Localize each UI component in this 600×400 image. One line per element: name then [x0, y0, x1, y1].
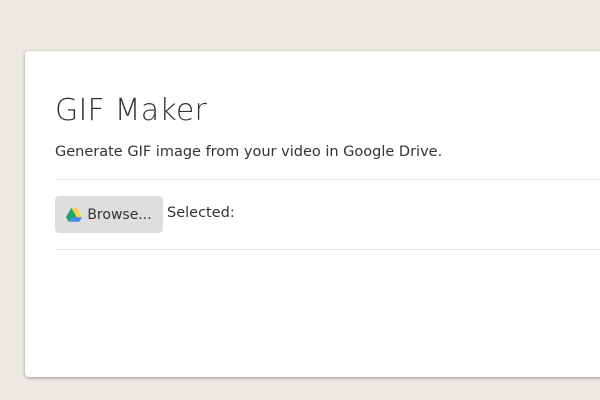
browse-button[interactable]: Browse... [55, 196, 163, 233]
page-title: GIF Maker [55, 93, 208, 128]
browse-button-label: Browse... [87, 206, 152, 223]
page-subtitle: Generate GIF image from your video in Go… [55, 144, 443, 160]
selected-label: Selected: [167, 205, 235, 221]
google-drive-icon [66, 207, 83, 222]
divider-top [55, 179, 600, 180]
divider-bottom [55, 249, 600, 250]
selected-file-label: Selected: [167, 205, 235, 221]
main-card: GIF Maker Generate GIF image from your v… [25, 51, 600, 377]
